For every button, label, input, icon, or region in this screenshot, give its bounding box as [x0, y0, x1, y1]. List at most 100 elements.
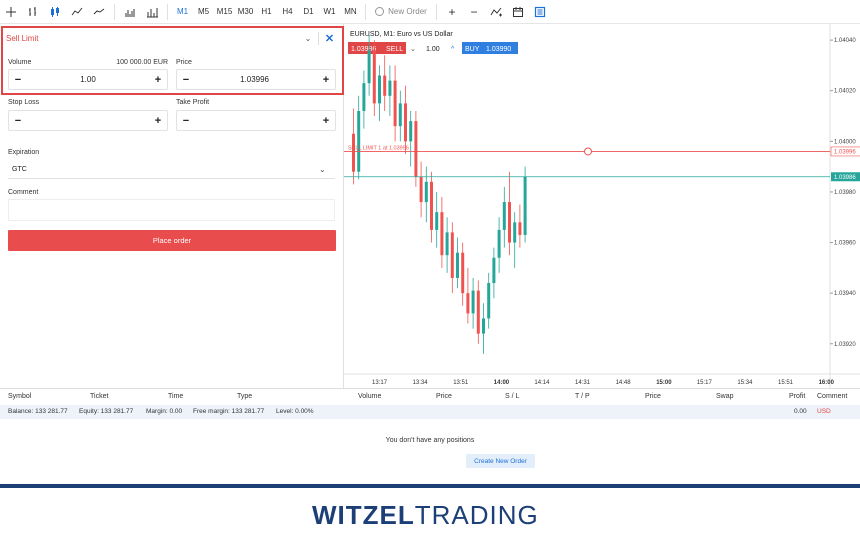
new-order-label: New Order: [388, 7, 427, 16]
col-current-price[interactable]: Price: [645, 393, 661, 400]
take-profit-stepper[interactable]: − +: [176, 110, 336, 131]
candle-body: [383, 75, 387, 96]
positions-panel: Symbol Ticket Time Type Volume Price S /…: [0, 388, 860, 484]
crosshair-icon[interactable]: [0, 0, 22, 24]
toolbar-divider: [167, 3, 168, 20]
sell-button[interactable]: 1.03986 SELL: [348, 42, 406, 54]
price-decrease-button[interactable]: −: [177, 74, 195, 86]
col-time[interactable]: Time: [168, 393, 183, 400]
col-sl[interactable]: S / L: [505, 393, 519, 400]
toolbar: M1 M5 M15 M30 H1 H4 D1 W1 MN New Order +…: [0, 0, 860, 24]
volume-stepper[interactable]: − 1.00 +: [8, 69, 168, 90]
chevron-down-icon: ⌄: [319, 165, 326, 174]
empty-positions-message: You don't have any positions: [385, 437, 475, 444]
col-volume[interactable]: Volume: [358, 393, 381, 400]
timeframe-m5[interactable]: M5: [193, 0, 214, 24]
timeframe-d1[interactable]: D1: [298, 0, 319, 24]
chevron-down-icon[interactable]: ⌄: [410, 46, 416, 53]
candle-body: [388, 80, 392, 96]
stop-loss-increase-button[interactable]: +: [149, 115, 167, 127]
chart-title: EURUSD, M1: Euro vs US Dollar: [350, 31, 453, 38]
new-order-button[interactable]: New Order: [370, 0, 432, 24]
volume-label: Volume: [8, 59, 32, 66]
time-tick-label: 15:17: [697, 380, 713, 386]
candle-body: [424, 181, 428, 203]
candle-body: [502, 202, 506, 230]
volume-decrease-button[interactable]: −: [9, 74, 27, 86]
bar-chart-icon[interactable]: [22, 0, 44, 24]
time-tick-label: 16:00: [819, 380, 835, 386]
calendar-icon[interactable]: [507, 0, 529, 24]
time-tick-label: 14:48: [616, 380, 632, 386]
close-icon[interactable]: ✕: [318, 31, 340, 45]
chevron-up-icon[interactable]: ^: [451, 46, 455, 53]
volume-increase-button[interactable]: +: [149, 74, 167, 86]
volume-input[interactable]: 1.00: [27, 75, 149, 84]
candle-body: [378, 75, 381, 104]
candle-body: [435, 212, 439, 230]
stop-loss-stepper[interactable]: − +: [8, 110, 168, 131]
take-profit-label: Take Profit: [176, 99, 210, 106]
candle-body: [466, 293, 470, 314]
limit-drag-handle[interactable]: [584, 147, 592, 156]
timeframe-m1[interactable]: M1: [172, 0, 193, 24]
candle-body: [445, 232, 449, 256]
col-symbol[interactable]: Symbol: [8, 393, 31, 400]
place-order-button[interactable]: Place order: [8, 230, 336, 251]
price-stepper[interactable]: − 1.03996 +: [176, 69, 336, 90]
col-price[interactable]: Price: [436, 393, 452, 400]
col-tp[interactable]: T / P: [575, 393, 590, 400]
order-type-label: Sell Limit: [6, 33, 39, 43]
trade-panel-icon[interactable]: [529, 0, 551, 24]
buy-button[interactable]: BUY 1.03990: [462, 42, 518, 54]
comment-input[interactable]: [8, 199, 335, 221]
timeframe-m15[interactable]: M15: [214, 0, 235, 24]
histogram-icon[interactable]: [141, 0, 163, 24]
line-chart-icon[interactable]: [66, 0, 88, 24]
candlestick-chart-icon[interactable]: [44, 0, 66, 24]
col-swap[interactable]: Swap: [716, 393, 734, 400]
indicators-icon[interactable]: [485, 0, 507, 24]
timeframe-w1[interactable]: W1: [319, 0, 340, 24]
chevron-down-icon[interactable]: ⌄: [298, 34, 318, 43]
timeframe-h4[interactable]: H4: [277, 0, 298, 24]
buy-label: BUY: [465, 46, 480, 53]
order-panel: Sell Limit ⌄ ✕ Volume 100 000.00 EUR − 1…: [0, 24, 343, 388]
price-tick-label: 1.03920: [834, 342, 856, 348]
zoom-out-button[interactable]: −: [463, 0, 485, 24]
candle-body: [367, 50, 371, 84]
price-label: Price: [176, 59, 192, 66]
price-axis: 1.04040 1.04020 1.04000 1.03980 1.03960 1.039…: [830, 38, 856, 348]
create-new-order-button[interactable]: Create New Order: [466, 454, 535, 468]
take-profit-decrease-button[interactable]: −: [177, 115, 195, 127]
timeframe-h1[interactable]: H1: [256, 0, 277, 24]
zoom-in-button[interactable]: +: [441, 0, 463, 24]
price-chart[interactable]: EURUSD, M1: Euro vs US Dollar 1.03986 SE…: [343, 24, 860, 388]
order-type-select[interactable]: Sell Limit ⌄ ✕: [4, 28, 340, 48]
candle-body: [404, 103, 407, 142]
col-profit[interactable]: Profit: [789, 393, 805, 400]
price-input[interactable]: 1.03996: [195, 75, 317, 84]
volume-icon[interactable]: [119, 0, 141, 24]
stop-loss-decrease-button[interactable]: −: [9, 115, 27, 127]
expiration-value: GTC: [12, 166, 27, 173]
take-profit-increase-button[interactable]: +: [317, 115, 335, 127]
col-comment[interactable]: Comment: [817, 393, 847, 400]
expiration-select[interactable]: GTC ⌄: [8, 161, 335, 179]
chart-canvas[interactable]: EURUSD, M1: Euro vs US Dollar 1.03986 SE…: [344, 24, 860, 388]
timeframe-m30[interactable]: M30: [235, 0, 256, 24]
candle-body: [518, 222, 522, 235]
currency-value: USD: [817, 408, 831, 415]
candle-body: [497, 229, 501, 258]
price-tick-label: 1.04020: [834, 89, 856, 95]
price-increase-button[interactable]: +: [317, 74, 335, 86]
candles: [352, 35, 527, 354]
col-type[interactable]: Type: [237, 393, 252, 400]
trade-quantity[interactable]: 1.00: [426, 46, 440, 53]
time-tick-label: 13:34: [413, 380, 429, 386]
candle-body: [461, 252, 465, 294]
col-ticket[interactable]: Ticket: [90, 393, 108, 400]
level-value: Level: 0.00%: [276, 408, 314, 415]
area-chart-icon[interactable]: [88, 0, 110, 24]
timeframe-mn[interactable]: MN: [340, 0, 361, 24]
